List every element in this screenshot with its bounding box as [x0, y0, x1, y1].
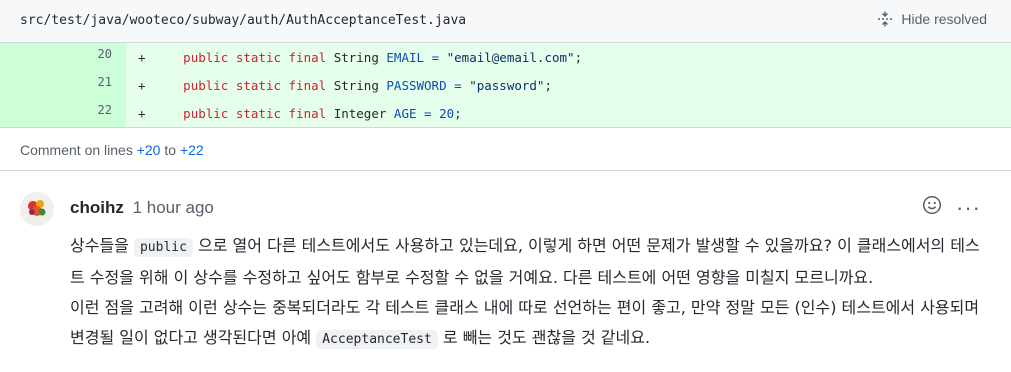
review-comment: choihz 1 hour ago ··· 상수들을 public 으로 열어 …	[0, 171, 1011, 372]
smiley-icon	[922, 195, 942, 215]
add-reaction-button[interactable]	[922, 195, 942, 220]
code-end: ;	[454, 106, 462, 121]
hide-resolved-label: Hide resolved	[901, 11, 987, 27]
unfold-icon	[878, 11, 893, 27]
hide-resolved-button[interactable]: Hide resolved	[877, 11, 987, 27]
code-type: Integer	[333, 106, 387, 121]
code-value: "email@email.com"	[446, 50, 575, 65]
code-keywords: public static final	[183, 78, 327, 93]
code-type: String	[333, 78, 379, 93]
code-name: PASSWORD	[386, 78, 447, 93]
code-line: + public static final Integer AGE = 20;	[138, 106, 462, 121]
line-range-start[interactable]: +20	[137, 142, 161, 158]
diff-row: 20 + public static final String EMAIL = …	[0, 43, 1011, 71]
code-type: String	[333, 50, 379, 65]
comment-body: 상수들을 public 으로 열어 다른 테스트에서도 사용하고 있는데요, 이…	[70, 231, 985, 355]
diff-row: 21 + public static final String PASSWORD…	[0, 71, 1011, 99]
comment-text: 로 빼는 것도 괜찮을 것 같네요.	[437, 328, 651, 347]
line-number[interactable]: 20	[0, 43, 126, 71]
line-range-end[interactable]: +22	[180, 142, 204, 158]
code-name: EMAIL	[386, 50, 425, 65]
avatar-image	[20, 192, 54, 226]
more-options-button[interactable]: ···	[956, 196, 981, 218]
code-end: ;	[574, 50, 583, 65]
avatar[interactable]	[20, 192, 54, 226]
line-number[interactable]: 21	[0, 71, 126, 99]
code-operator: =	[454, 78, 462, 93]
diff-row: 22 + public static final Integer AGE = 2…	[0, 99, 1011, 127]
comment-paragraph: 상수들을 public 으로 열어 다른 테스트에서도 사용하고 있는데요, 이…	[70, 231, 985, 293]
comment-actions: ···	[922, 195, 981, 220]
code-value: 20	[439, 106, 455, 121]
comment-timestamp[interactable]: 1 hour ago	[133, 198, 214, 217]
comment-lines-prefix: Comment on lines	[20, 142, 133, 158]
diff-marker: +	[138, 106, 146, 121]
file-path[interactable]: src/test/java/wooteco/subway/auth/AuthAc…	[20, 13, 466, 28]
code-line: + public static final String EMAIL = "em…	[138, 50, 582, 65]
code-operator: =	[431, 50, 440, 65]
author-name[interactable]: choihz	[70, 198, 124, 217]
comment-meta: choihz 1 hour ago	[70, 198, 214, 218]
code-operator: =	[424, 106, 432, 121]
comment-paragraph: 이런 점을 고려해 이런 상수는 중복되더라도 각 테스트 클래스 내에 따로 …	[70, 293, 985, 355]
code-keywords: public static final	[183, 106, 327, 121]
comment-text: 으로 열어 다른 테스트에서도 사용하고 있는데요, 이렇게 하면 어떤 문제가…	[70, 236, 980, 287]
code-keywords: public static final	[183, 50, 327, 65]
diff-marker: +	[138, 78, 146, 93]
diff-table: 20 + public static final String EMAIL = …	[0, 43, 1011, 127]
file-header: src/test/java/wooteco/subway/auth/AuthAc…	[0, 0, 1011, 43]
code-line: + public static final String PASSWORD = …	[138, 78, 552, 93]
line-range-to: to	[164, 142, 177, 158]
code-end: ;	[544, 78, 552, 93]
inline-code: AcceptanceTest	[316, 330, 438, 349]
comment-lines-header: Comment on lines +20 to +22	[0, 127, 1011, 171]
diff-marker: +	[138, 50, 146, 65]
line-number[interactable]: 22	[0, 99, 126, 127]
inline-code: public	[133, 238, 193, 257]
comment-text: 상수들을	[70, 236, 134, 255]
code-name: AGE	[393, 106, 417, 121]
code-value: "password"	[469, 78, 545, 93]
